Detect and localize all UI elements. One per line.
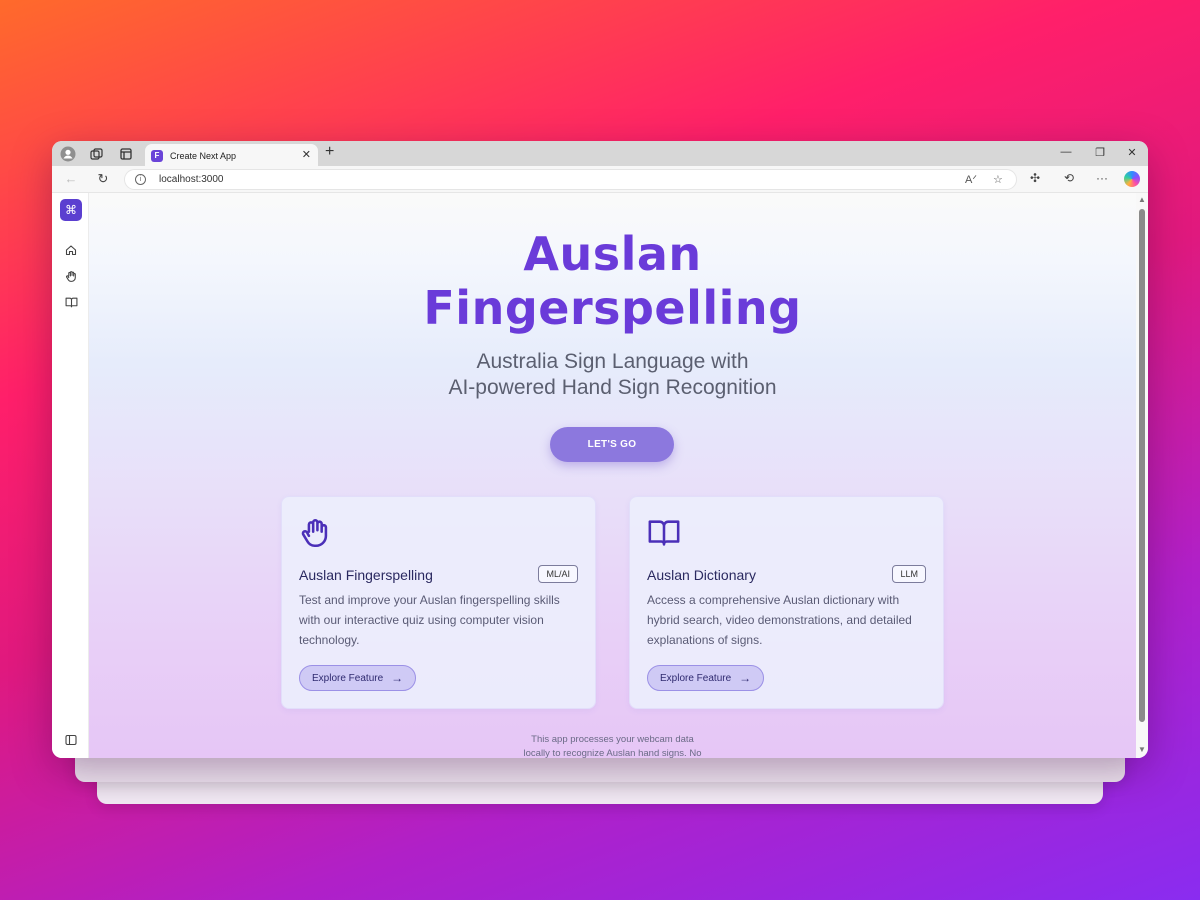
arrow-right-icon: →: [739, 671, 752, 685]
title-line-1: Auslan: [523, 227, 702, 281]
refresh-icon[interactable]: ↻: [95, 171, 111, 187]
copilot-icon[interactable]: [1124, 171, 1140, 187]
subtitle-line-1: Australia Sign Language with: [476, 350, 749, 373]
tech-badge: LLM: [892, 565, 926, 583]
plus-icon[interactable]: +: [325, 143, 334, 161]
card-description: Test and improve your Auslan fingerspell…: [299, 593, 560, 647]
home-icon[interactable]: [64, 243, 78, 257]
history-icon[interactable]: ⟲: [1064, 171, 1074, 185]
hand-icon: [299, 516, 333, 550]
card-title: Auslan Dictionary: [647, 567, 756, 583]
minimize-icon[interactable]: —: [1058, 146, 1074, 158]
sidebar-toggle-icon[interactable]: [64, 733, 78, 747]
arrow-right-icon: →: [391, 671, 404, 685]
restore-icon[interactable]: ❐: [1092, 146, 1108, 159]
page-title: Auslan Fingerspelling: [89, 227, 1136, 335]
address-bar: ← ↻ i localhost:3000 Aᐟ ☆ ✣ ⟲ ···: [52, 166, 1148, 193]
more-icon[interactable]: ···: [1096, 171, 1108, 185]
close-tab-icon[interactable]: ✕: [302, 148, 311, 161]
scrollbar-thumb[interactable]: [1139, 209, 1145, 722]
url-text: localhost:3000: [159, 174, 224, 185]
logo-icon[interactable]: ⌘: [60, 199, 82, 221]
app-sidebar: ⌘: [52, 193, 89, 758]
scrollbar[interactable]: ▲ ▼: [1136, 193, 1148, 758]
close-window-icon[interactable]: ✕: [1124, 146, 1140, 159]
book-icon: [647, 516, 681, 550]
tab-actions-icon[interactable]: [117, 145, 135, 163]
info-icon[interactable]: i: [135, 174, 146, 185]
card-description: Access a comprehensive Auslan dictionary…: [647, 593, 912, 647]
url-field[interactable]: i localhost:3000 Aᐟ ☆: [124, 169, 1017, 190]
star-icon[interactable]: ☆: [993, 173, 1003, 186]
page-subtitle: Australia Sign Language with AI-powered …: [89, 349, 1136, 401]
feature-card-fingerspelling: Auslan Fingerspelling ML/AI Test and imp…: [281, 496, 596, 709]
tab-active[interactable]: F Create Next App ✕: [145, 144, 318, 167]
lets-go-button[interactable]: LET'S GO: [550, 427, 674, 462]
scroll-down-icon[interactable]: ▼: [1138, 745, 1146, 754]
extensions-icon[interactable]: ✣: [1030, 171, 1040, 185]
subtitle-line-2: AI-powered Hand Sign Recognition: [448, 376, 777, 399]
title-line-2: Fingerspelling: [423, 281, 802, 335]
tech-badge: ML/AI: [538, 565, 578, 583]
explore-feature-button[interactable]: Explore Feature →: [647, 665, 765, 691]
hand-icon[interactable]: [64, 269, 78, 283]
explore-feature-button[interactable]: Explore Feature →: [299, 665, 417, 691]
privacy-note: This app processes your webcam data loca…: [89, 733, 1136, 758]
privacy-note-line-2: locally to recognize Auslan hand signs. …: [523, 748, 702, 758]
book-icon[interactable]: [64, 295, 78, 309]
button-label: Explore Feature: [660, 672, 732, 684]
profile-icon[interactable]: [59, 145, 77, 163]
browser-window: F Create Next App ✕ + — ❐ ✕ ← ↻ i localh…: [52, 141, 1148, 758]
favicon: F: [151, 149, 163, 162]
workspaces-icon[interactable]: [87, 145, 105, 163]
back-arrow-icon[interactable]: ←: [63, 171, 79, 186]
scroll-up-icon[interactable]: ▲: [1138, 195, 1146, 204]
card-title: Auslan Fingerspelling: [299, 567, 433, 583]
tab-title: Create Next App: [170, 150, 237, 161]
feature-card-dictionary: Auslan Dictionary LLM Access a comprehen…: [629, 496, 944, 709]
tab-bar: F Create Next App ✕ + — ❐ ✕: [52, 141, 1148, 167]
button-label: Explore Feature: [312, 672, 384, 684]
privacy-note-line-1: This app processes your webcam data: [531, 734, 694, 745]
read-aloud-icon[interactable]: Aᐟ: [965, 173, 977, 186]
page-content: Auslan Fingerspelling Australia Sign Lan…: [89, 193, 1136, 758]
